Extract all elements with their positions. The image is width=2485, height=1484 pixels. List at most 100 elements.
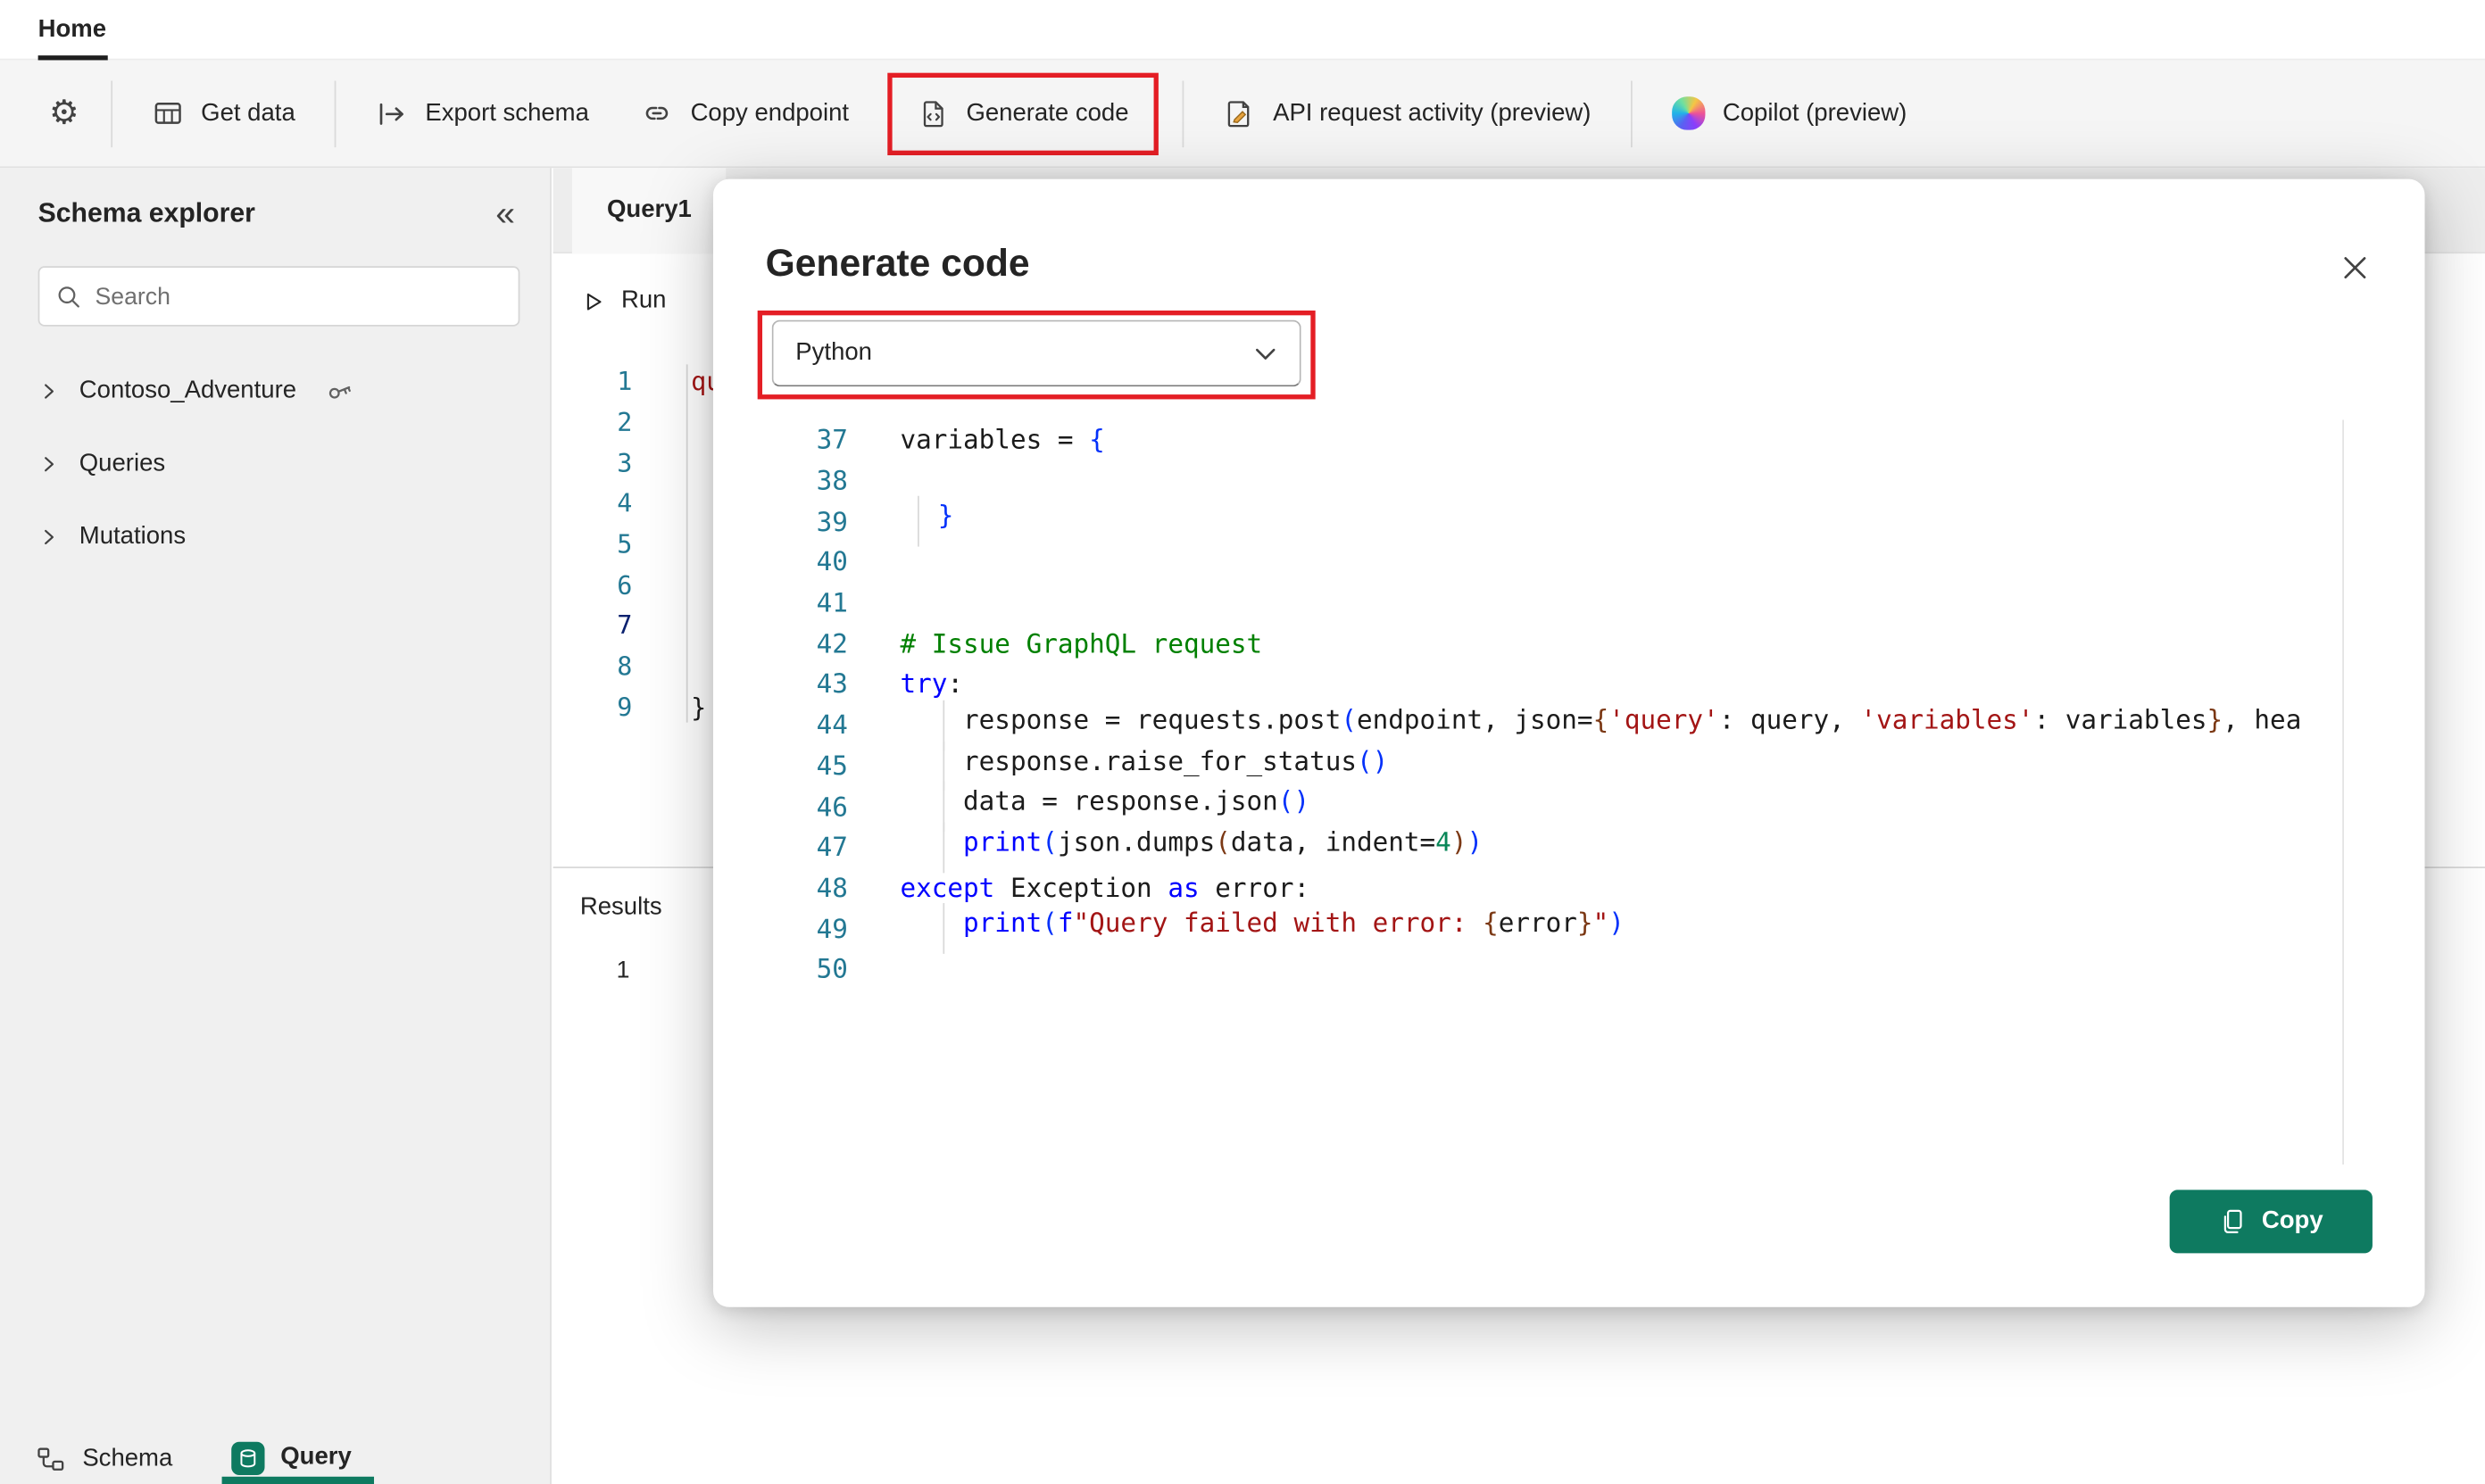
- indent-guide: [900, 705, 963, 746]
- generate-code-dialog: Generate code Python 37variables = {3839…: [713, 179, 2425, 1307]
- run-button[interactable]: Run: [580, 286, 667, 315]
- line-number: 8: [553, 651, 633, 682]
- code-line: 50: [772, 949, 2364, 990]
- indent-guide: [900, 908, 963, 949]
- query-icon: [231, 1441, 264, 1474]
- chevron-right-icon: [38, 526, 61, 548]
- copy-endpoint-button[interactable]: Copy endpoint: [614, 77, 874, 150]
- line-number: 37: [772, 425, 848, 455]
- editor-line: 2: [553, 402, 722, 443]
- dialog-code-lines: 37variables = {3839}404142# Issue GraphQ…: [772, 420, 2364, 991]
- gear-icon: ⚙: [49, 96, 79, 129]
- line-number: 43: [772, 669, 848, 700]
- line-number: 4: [553, 489, 633, 519]
- editor-line: 8: [553, 646, 722, 687]
- export-schema-label: Export schema: [425, 99, 589, 128]
- dialog-code[interactable]: 37variables = {3839}404142# Issue GraphQ…: [772, 420, 2364, 991]
- tab-schema[interactable]: Schema: [35, 1443, 172, 1475]
- code-line: 46 data = response.json(): [772, 786, 2364, 827]
- tab-query1-label: Query1: [607, 196, 692, 225]
- get-data-button[interactable]: Get data: [127, 77, 320, 150]
- generate-code-label: Generate code: [966, 99, 1128, 128]
- search-box[interactable]: [38, 266, 520, 326]
- code-text: data = response.json(): [900, 786, 1309, 827]
- code-text: print(json.dumps(data, indent=4)): [900, 827, 1483, 868]
- sidebar-header: Schema explorer «: [38, 196, 522, 231]
- schema-tree: Contoso_Adventure Queries Mutations: [0, 355, 550, 574]
- line-number: 5: [553, 529, 633, 560]
- editor-line: 5: [553, 524, 722, 565]
- toolbar-divider: [111, 80, 112, 147]
- code-text: try:: [900, 669, 963, 700]
- code-line: 41: [772, 583, 2364, 624]
- code-line: 48except Exception as error:: [772, 867, 2364, 908]
- bottom-tab-bar: Schema Query: [0, 1405, 550, 1484]
- line-number: 46: [772, 792, 848, 822]
- editor-line: 1qu: [553, 361, 722, 402]
- tab-schema-label: Schema: [82, 1445, 172, 1473]
- line-number: 44: [772, 710, 848, 741]
- chevron-right-icon: [38, 380, 61, 402]
- code-text: variables = {: [900, 425, 1104, 455]
- tab-query-label: Query: [280, 1444, 352, 1472]
- tree-item-label: Mutations: [79, 523, 186, 551]
- collapse-sidebar-icon[interactable]: «: [489, 196, 521, 231]
- schema-explorer-sidebar: Schema explorer « Contoso_Adventure Quer…: [0, 168, 552, 1484]
- line-number: 45: [772, 750, 848, 781]
- indent-guide: [900, 827, 963, 868]
- line-number: 50: [772, 954, 848, 984]
- copy-button[interactable]: Copy: [2170, 1190, 2373, 1253]
- generate-code-button[interactable]: Generate code: [892, 77, 1154, 150]
- toolbar: ⚙ Get data Export schema Copy endpoint G…: [0, 60, 2485, 168]
- indent-guide: [900, 786, 963, 827]
- chevron-right-icon: [38, 453, 61, 476]
- toolbar-divider: [1631, 80, 1633, 147]
- search-icon: [55, 283, 82, 310]
- editor-line: 9}: [553, 687, 722, 728]
- play-icon: [580, 287, 607, 314]
- link-icon: [640, 96, 673, 129]
- code-line: 39}: [772, 502, 2364, 543]
- tree-item-queries[interactable]: Queries: [0, 427, 550, 501]
- tab-home[interactable]: Home: [38, 0, 106, 60]
- document-pencil-icon: [1224, 97, 1256, 129]
- settings-button[interactable]: ⚙: [32, 77, 96, 150]
- dialog-title: Generate code: [766, 243, 1030, 287]
- code-text: }: [900, 502, 953, 543]
- export-schema-button[interactable]: Export schema: [351, 77, 614, 150]
- tree-item-contoso-adventure[interactable]: Contoso_Adventure: [0, 355, 550, 428]
- code-file-icon: [917, 97, 949, 129]
- search-input[interactable]: [96, 283, 503, 310]
- app-root: Home ⚙ Get data Export schema Copy endpo…: [0, 0, 2485, 1484]
- run-label: Run: [621, 286, 666, 315]
- key-icon: [325, 377, 353, 406]
- line-number: 40: [772, 547, 848, 577]
- line-number: 48: [772, 873, 848, 903]
- language-dropdown[interactable]: Python: [772, 320, 1301, 387]
- line-number: 7: [553, 610, 633, 641]
- line-number: 1: [553, 367, 633, 397]
- code-line: 47print(json.dumps(data, indent=4)): [772, 827, 2364, 868]
- tree-item-label: Contoso_Adventure: [79, 377, 296, 406]
- line-number: 41: [772, 588, 848, 618]
- tree-item-mutations[interactable]: Mutations: [0, 501, 550, 574]
- api-request-activity-label: API request activity (preview): [1273, 99, 1591, 128]
- editor-lines[interactable]: 1qu23456789}: [553, 361, 722, 727]
- line-number: 39: [772, 507, 848, 537]
- editor-line: 6: [553, 565, 722, 606]
- line-number: 9: [553, 692, 633, 723]
- code-scrollbar[interactable]: [2342, 420, 2344, 1165]
- tab-query1[interactable]: Query1: [572, 168, 727, 253]
- api-request-activity-button[interactable]: API request activity (preview): [1199, 77, 1616, 150]
- line-number: 6: [553, 570, 633, 601]
- indent-guide: [900, 502, 937, 543]
- code-text: print(f"Query failed with error: {error}…: [900, 908, 1624, 949]
- copilot-label: Copilot (preview): [1723, 99, 1907, 128]
- code-line: 38: [772, 460, 2364, 502]
- results-row-number: 1: [617, 957, 630, 983]
- schema-diagram-icon: [35, 1443, 67, 1475]
- line-number: 49: [772, 914, 848, 944]
- close-button[interactable]: [2333, 245, 2378, 290]
- tab-query[interactable]: Query: [231, 1441, 352, 1474]
- copilot-button[interactable]: Copilot (preview): [1647, 77, 1932, 150]
